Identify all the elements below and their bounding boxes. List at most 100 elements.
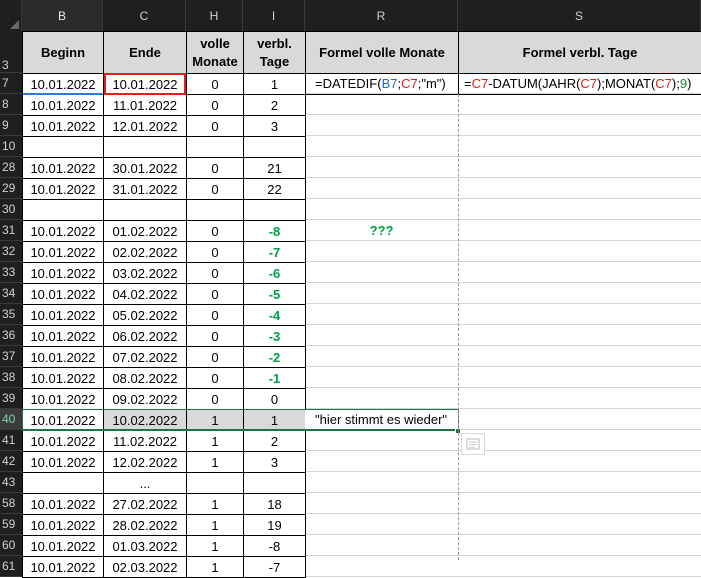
note-question-marks[interactable]: ??? <box>305 220 458 241</box>
cell-i-42[interactable]: 3 <box>243 451 306 473</box>
row-header-36[interactable]: 36 <box>0 325 22 346</box>
cell-h-9[interactable]: 0 <box>186 115 244 137</box>
cell-h-43[interactable] <box>186 472 244 494</box>
cell-h-61[interactable]: 1 <box>186 556 244 578</box>
cell-i-35[interactable]: -4 <box>243 304 306 326</box>
cell-h-58[interactable]: 1 <box>186 493 244 515</box>
cell-b-31[interactable]: 10.01.2022 <box>22 220 104 242</box>
cell-c-33[interactable]: 03.02.2022 <box>103 262 187 284</box>
row-header-10[interactable]: 10 <box>0 136 22 157</box>
row-header-28[interactable]: 28 <box>0 157 22 178</box>
cell-h-29[interactable]: 0 <box>186 178 244 200</box>
cell-i-30[interactable] <box>243 199 306 221</box>
select-all-corner[interactable] <box>0 0 22 31</box>
cell-h-10[interactable] <box>186 136 244 158</box>
row-header-58[interactable]: 58 <box>0 493 22 514</box>
cell-b-37[interactable]: 10.01.2022 <box>22 346 104 368</box>
cell-i-41[interactable]: 2 <box>243 430 306 452</box>
cell-b-39[interactable]: 10.01.2022 <box>22 388 104 410</box>
cell-c-60[interactable]: 01.03.2022 <box>103 535 187 557</box>
row-header-3[interactable]: 3 <box>0 31 22 73</box>
cell-c-9[interactable]: 12.01.2022 <box>103 115 187 137</box>
row-header-32[interactable]: 32 <box>0 241 22 262</box>
row-header-42[interactable]: 42 <box>0 451 22 472</box>
cell-i-10[interactable] <box>243 136 306 158</box>
cell-c-34[interactable]: 04.02.2022 <box>103 283 187 305</box>
cell-c-59[interactable]: 28.02.2022 <box>103 514 187 536</box>
cell-b-41[interactable]: 10.01.2022 <box>22 430 104 452</box>
cell-b-9[interactable]: 10.01.2022 <box>22 115 104 137</box>
cell-c-29[interactable]: 31.01.2022 <box>103 178 187 200</box>
cell-h-37[interactable]: 0 <box>186 346 244 368</box>
header-verbl-tage[interactable]: verbl. Tage <box>243 31 306 74</box>
quick-analysis-icon[interactable] <box>461 433 485 455</box>
cell-h-33[interactable]: 0 <box>186 262 244 284</box>
cell-b-7[interactable]: 10.01.2022 <box>22 73 104 95</box>
row-header-61[interactable]: 61 <box>0 556 22 577</box>
cell-b-30[interactable] <box>22 199 104 221</box>
cell-h-41[interactable]: 1 <box>186 430 244 452</box>
header-ende[interactable]: Ende <box>103 31 187 74</box>
row-header-41[interactable]: 41 <box>0 430 22 451</box>
cell-i-9[interactable]: 3 <box>243 115 306 137</box>
cell-h-36[interactable]: 0 <box>186 325 244 347</box>
row-header-39[interactable]: 39 <box>0 388 22 409</box>
cell-i-28[interactable]: 21 <box>243 157 306 179</box>
cell-b-59[interactable]: 10.01.2022 <box>22 514 104 536</box>
cell-b-10[interactable] <box>22 136 104 158</box>
cell-i-38[interactable]: -1 <box>243 367 306 389</box>
row-header-35[interactable]: 35 <box>0 304 22 325</box>
cell-c-32[interactable]: 02.02.2022 <box>103 241 187 263</box>
row-header-34[interactable]: 34 <box>0 283 22 304</box>
cell-h-42[interactable]: 1 <box>186 451 244 473</box>
cell-c-30[interactable] <box>103 199 187 221</box>
cell-b-34[interactable]: 10.01.2022 <box>22 283 104 305</box>
row-header-59[interactable]: 59 <box>0 514 22 535</box>
cell-c-31[interactable]: 01.02.2022 <box>103 220 187 242</box>
header-volle-monate[interactable]: volle Monate <box>186 31 244 74</box>
cell-c-58[interactable]: 27.02.2022 <box>103 493 187 515</box>
column-header-r[interactable]: R <box>305 0 458 31</box>
row-header-31[interactable]: 31 <box>0 220 22 241</box>
cell-i-60[interactable]: -8 <box>243 535 306 557</box>
column-header-c[interactable]: C <box>103 0 186 31</box>
cell-c-41[interactable]: 11.02.2022 <box>103 430 187 452</box>
cell-c-35[interactable]: 05.02.2022 <box>103 304 187 326</box>
cell-b-38[interactable]: 10.01.2022 <box>22 367 104 389</box>
cell-h-59[interactable]: 1 <box>186 514 244 536</box>
cell-i-34[interactable]: -5 <box>243 283 306 305</box>
cell-h-34[interactable]: 0 <box>186 283 244 305</box>
cell-i-37[interactable]: -2 <box>243 346 306 368</box>
row-header-8[interactable]: 8 <box>0 94 22 115</box>
cell-c-37[interactable]: 07.02.2022 <box>103 346 187 368</box>
cell-b-42[interactable]: 10.01.2022 <box>22 451 104 473</box>
cell-h-8[interactable]: 0 <box>186 94 244 116</box>
row-header-38[interactable]: 38 <box>0 367 22 388</box>
row-header-60[interactable]: 60 <box>0 535 22 556</box>
cell-b-61[interactable]: 10.01.2022 <box>22 556 104 578</box>
header-formel-monate[interactable]: Formel volle Monate <box>305 31 459 74</box>
cell-i-61[interactable]: -7 <box>243 556 306 578</box>
cell-h-35[interactable]: 0 <box>186 304 244 326</box>
cell-i-59[interactable]: 19 <box>243 514 306 536</box>
cell-b-35[interactable]: 10.01.2022 <box>22 304 104 326</box>
cell-i-43[interactable] <box>243 472 306 494</box>
cell-i-39[interactable]: 0 <box>243 388 306 410</box>
cell-h-38[interactable]: 0 <box>186 367 244 389</box>
cell-i-7[interactable]: 1 <box>243 73 306 95</box>
row-header-29[interactable]: 29 <box>0 178 22 199</box>
cell-i-29[interactable]: 22 <box>243 178 306 200</box>
cell-b-29[interactable]: 10.01.2022 <box>22 178 104 200</box>
cell-h-31[interactable]: 0 <box>186 220 244 242</box>
cell-b-58[interactable]: 10.01.2022 <box>22 493 104 515</box>
row-header-43[interactable]: 43 <box>0 472 22 493</box>
cell-i-8[interactable]: 2 <box>243 94 306 116</box>
header-beginn[interactable]: Beginn <box>22 31 104 74</box>
cell-b-36[interactable]: 10.01.2022 <box>22 325 104 347</box>
cell-c-8[interactable]: 11.01.2022 <box>103 94 187 116</box>
cell-i-31[interactable]: -8 <box>243 220 306 242</box>
cell-i-33[interactable]: -6 <box>243 262 306 284</box>
cell-h-39[interactable]: 0 <box>186 388 244 410</box>
cell-h-30[interactable] <box>186 199 244 221</box>
row-header-9[interactable]: 9 <box>0 115 22 136</box>
